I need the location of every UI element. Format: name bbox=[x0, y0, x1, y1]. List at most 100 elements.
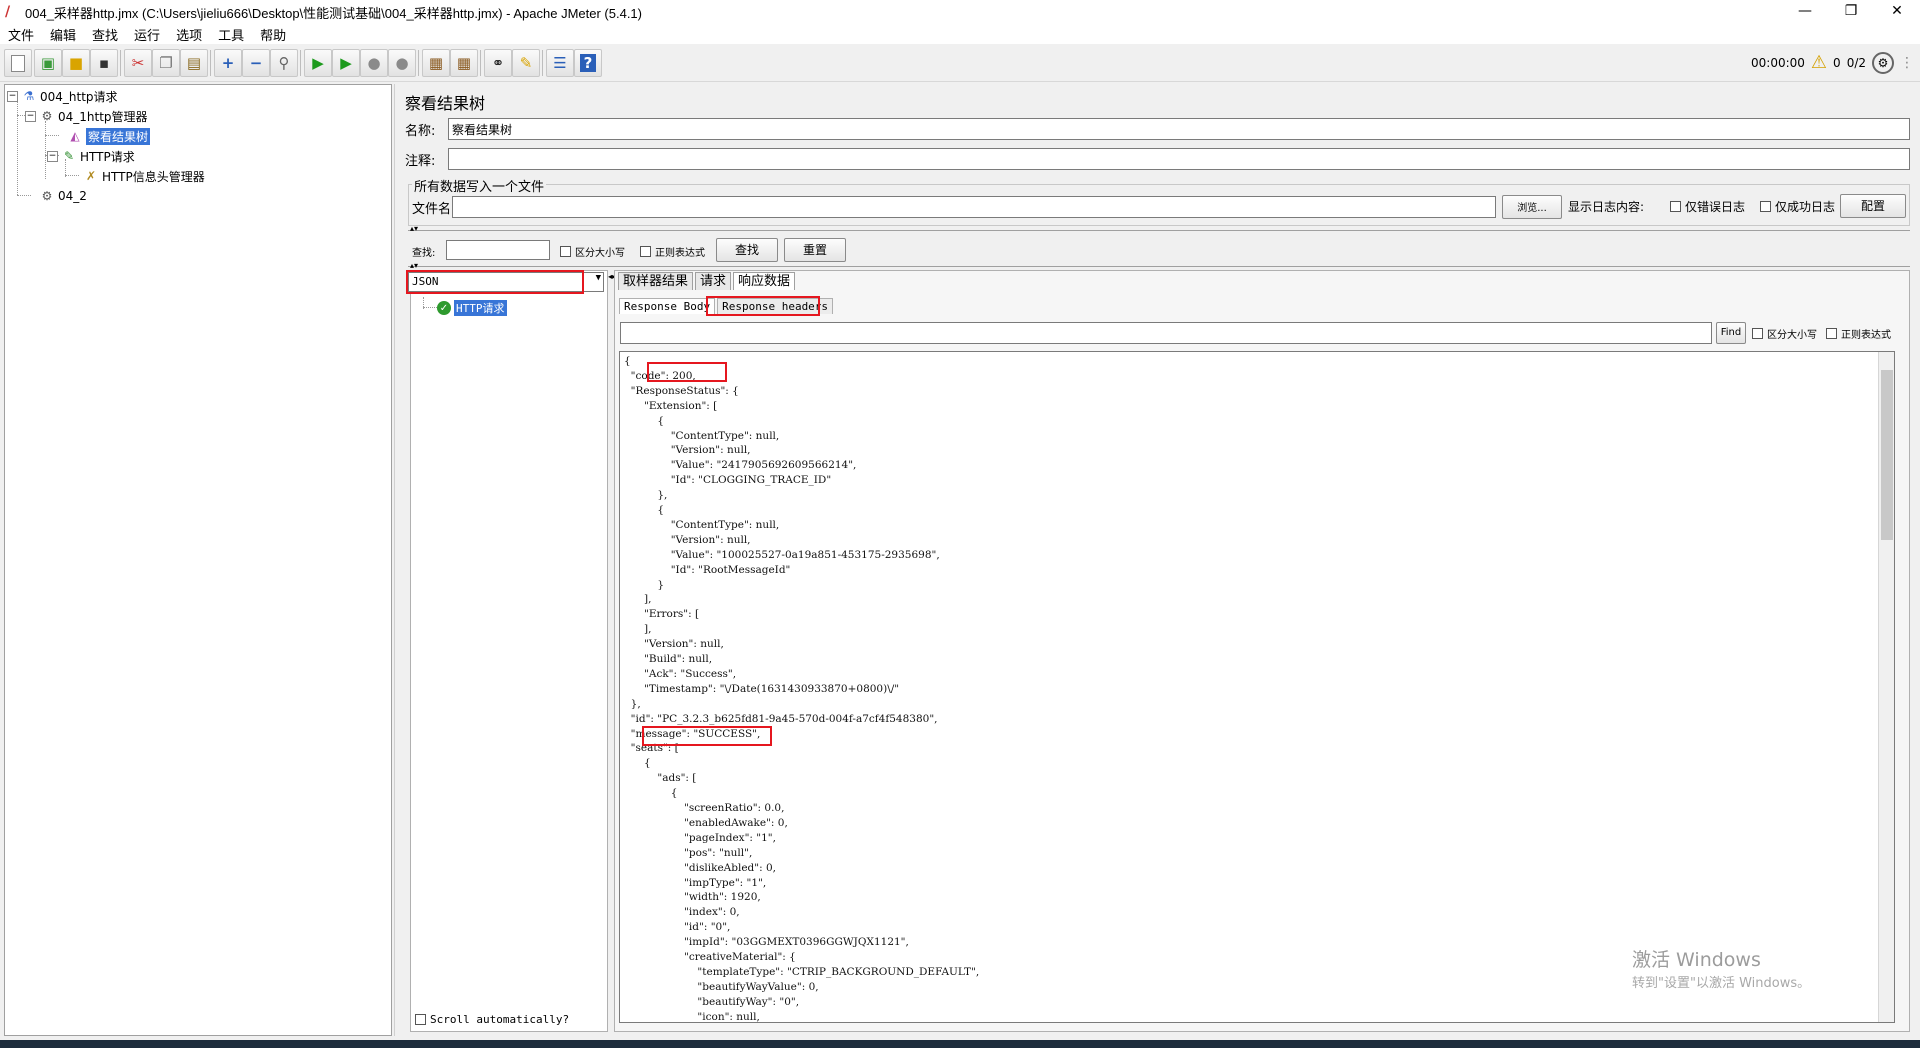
function-helper-icon[interactable]: ☰ bbox=[546, 49, 574, 77]
reset-button[interactable]: 重置 bbox=[784, 238, 846, 262]
json-line: "ResponseStatus": { bbox=[624, 384, 739, 397]
save-icon[interactable]: ▪ bbox=[90, 49, 118, 77]
menu-options[interactable]: 选项 bbox=[168, 25, 210, 44]
menu-tools[interactable]: 工具 bbox=[210, 25, 252, 44]
json-line: "Ack": "Success", bbox=[624, 667, 737, 680]
json-line: "pageIndex": "1", bbox=[624, 831, 776, 844]
json-line: "Errors": [ bbox=[624, 608, 700, 621]
menu-edit[interactable]: 编辑 bbox=[42, 25, 84, 44]
sample-item[interactable]: ✓ HTTP请求 bbox=[437, 299, 507, 317]
json-line: "impType": "1", bbox=[624, 876, 767, 889]
tree-node-thread-group-2[interactable]: ⚙ 04_2 bbox=[39, 187, 87, 205]
json-line: "Value": "2417905692609566214", bbox=[624, 459, 857, 472]
find-button[interactable]: 查找 bbox=[716, 238, 778, 262]
templates-icon[interactable]: ▣ bbox=[34, 49, 62, 77]
browse-button[interactable]: 浏览... bbox=[1502, 195, 1562, 219]
thread-group-gear-icon: ⚙ bbox=[41, 109, 53, 123]
tree-node-test-plan[interactable]: − ⚗ 004_http请求 bbox=[7, 87, 118, 105]
minimize-button[interactable]: — bbox=[1782, 0, 1828, 24]
tree-label-results-tree: 察看结果树 bbox=[86, 127, 151, 145]
maximize-button[interactable]: ❐ bbox=[1828, 0, 1874, 24]
shutdown-icon[interactable]: ● bbox=[388, 49, 416, 77]
name-field[interactable]: 察看结果树 bbox=[448, 118, 1910, 140]
tab-response-data[interactable]: 响应数据 bbox=[733, 272, 796, 290]
chevron-down-icon: ▼ bbox=[595, 273, 601, 283]
json-line: "ContentType": null, bbox=[624, 429, 780, 442]
search-regex-checkbox[interactable]: 正则表达式 bbox=[640, 244, 705, 259]
json-line: "id": "0", bbox=[624, 921, 731, 934]
log-content-label: 显示日志内容: bbox=[1568, 200, 1645, 214]
tree-node-thread-group-1[interactable]: − ⚙ 04_1http管理器 bbox=[25, 107, 148, 125]
collapse-toggle-icon[interactable]: − bbox=[25, 110, 36, 122]
tab-sampler-result[interactable]: 取样器结果 bbox=[618, 272, 694, 290]
json-line: "Id": "RootMessageId" bbox=[624, 563, 791, 576]
search-case-checkbox[interactable]: 区分大小写 bbox=[560, 244, 625, 259]
expand-all-icon[interactable]: + bbox=[214, 49, 242, 77]
menu-file[interactable]: 文件 bbox=[0, 25, 42, 44]
configure-button[interactable]: 配置 bbox=[1840, 194, 1906, 218]
toggle-icon[interactable]: ⚲ bbox=[270, 49, 298, 77]
json-line: } bbox=[624, 578, 665, 591]
menu-search[interactable]: 查找 bbox=[84, 25, 126, 44]
stop-icon[interactable]: ● bbox=[360, 49, 388, 77]
paste-icon[interactable]: ▤ bbox=[180, 49, 208, 77]
response-regex-checkbox[interactable]: 正则表达式 bbox=[1826, 326, 1891, 341]
detail-tabs: 取样器结果 请求 响应数据 bbox=[618, 272, 797, 290]
filename-label: 文件名 bbox=[412, 202, 452, 217]
errors-only-checkbox[interactable]: 仅错误日志 bbox=[1670, 198, 1745, 215]
collapse-toggle-icon[interactable]: − bbox=[7, 90, 18, 102]
test-plan-tree: − ⚗ 004_http请求 − ⚙ 04_1http管理器 ◭ 察看结果树 −… bbox=[4, 84, 392, 1036]
json-line: "id": "PC_3.2.3_b625fd81-9a45-570d-004f-… bbox=[624, 712, 938, 725]
json-line: "enabledAwake": 0, bbox=[624, 816, 788, 829]
filename-field[interactable] bbox=[452, 196, 1496, 218]
response-search-field[interactable] bbox=[620, 322, 1712, 344]
warning-icon[interactable]: ⚠ bbox=[1811, 54, 1827, 72]
tree-node-results-tree[interactable]: ◭ 察看结果树 bbox=[67, 127, 151, 145]
success-shield-icon: ✓ bbox=[437, 301, 451, 315]
json-line: "ContentType": null, bbox=[624, 518, 780, 531]
tree-label-thread-group-2: 04_2 bbox=[58, 189, 87, 203]
test-plan-flask-icon: ⚗ bbox=[23, 89, 35, 103]
search-icon[interactable]: ⚭ bbox=[484, 49, 512, 77]
clear-icon[interactable]: ▦ bbox=[422, 49, 450, 77]
close-button[interactable]: ✕ bbox=[1874, 0, 1920, 24]
tree-node-http-request[interactable]: − ✎ HTTP请求 bbox=[47, 147, 135, 165]
start-no-pauses-icon[interactable]: ▶ bbox=[332, 49, 360, 77]
scroll-auto-checkbox[interactable]: Scroll automatically? bbox=[415, 1013, 569, 1026]
success-only-checkbox[interactable]: 仅成功日志 bbox=[1760, 198, 1835, 215]
tab-request[interactable]: 请求 bbox=[695, 272, 732, 290]
json-line: "dislikeAbled": 0, bbox=[624, 861, 776, 874]
scrollbar-thumb[interactable] bbox=[1881, 370, 1893, 540]
tree-label-test-plan: 004_http请求 bbox=[40, 89, 118, 104]
json-line: ], bbox=[624, 623, 652, 636]
start-icon[interactable]: ▶ bbox=[304, 49, 332, 77]
status-area: 00:00:00 ⚠ 0 0/2 ⚙ ⋮ bbox=[1751, 50, 1920, 76]
split-arrows-icon[interactable]: ▴▾ bbox=[410, 261, 418, 270]
tree-node-header-manager[interactable]: ✗ HTTP信息头管理器 bbox=[83, 167, 205, 185]
response-case-checkbox[interactable]: 区分大小写 bbox=[1752, 326, 1817, 341]
json-line: "ads": [ bbox=[624, 772, 697, 785]
response-body-text[interactable]: { "code": 200, "ResponseStatus": { "Exte… bbox=[619, 351, 1895, 1023]
clear-all-icon[interactable]: ▦ bbox=[450, 49, 478, 77]
open-icon[interactable]: ■ bbox=[62, 49, 90, 77]
cut-icon[interactable]: ✂ bbox=[124, 49, 152, 77]
new-icon[interactable] bbox=[4, 49, 32, 77]
comment-field[interactable] bbox=[448, 148, 1910, 170]
reset-search-icon[interactable]: ✎ bbox=[512, 49, 540, 77]
collapse-toggle-icon[interactable]: − bbox=[47, 150, 58, 162]
json-line: { bbox=[624, 355, 631, 367]
activation-watermark-title: 激活 Windows bbox=[1632, 949, 1761, 971]
search-field[interactable] bbox=[446, 240, 550, 260]
copy-icon[interactable]: ❐ bbox=[152, 49, 180, 77]
listener-chart-icon: ◭ bbox=[70, 129, 80, 143]
menu-run[interactable]: 运行 bbox=[126, 25, 168, 44]
json-line: "creativeMaterial": { bbox=[624, 951, 796, 963]
help-icon[interactable]: ? bbox=[574, 49, 602, 77]
menu-help[interactable]: 帮助 bbox=[252, 25, 294, 44]
vertical-scrollbar[interactable] bbox=[1878, 352, 1894, 1022]
collapse-all-icon[interactable]: − bbox=[242, 49, 270, 77]
subtab-response-body[interactable]: Response Body bbox=[619, 298, 716, 314]
response-find-button[interactable]: Find bbox=[1716, 322, 1746, 344]
json-line: "Build": null, bbox=[624, 653, 713, 665]
split-arrows-icon[interactable]: ▴▾ bbox=[410, 224, 418, 233]
